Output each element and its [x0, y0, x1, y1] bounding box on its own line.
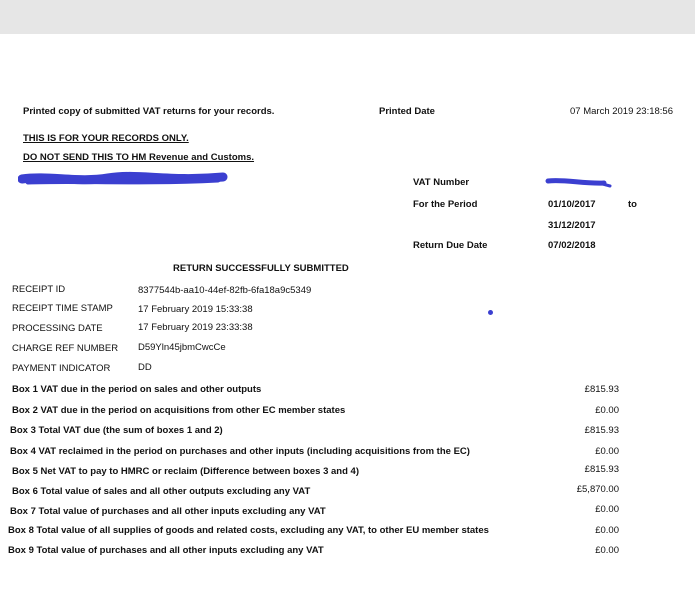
- printed-date-label: Printed Date: [379, 106, 435, 117]
- due-date-value: 07/02/2018: [548, 240, 596, 251]
- do-not-send-notice: DO NOT SEND THIS TO HM Revenue and Custo…: [23, 152, 255, 163]
- receipt-id-label: RECEIPT ID: [12, 284, 66, 295]
- box-6-value: £5,870.00: [576, 484, 619, 495]
- charge-ref-value: D59Yln45jbmCwcCe: [138, 342, 226, 353]
- top-bar: [0, 0, 695, 34]
- receipt-timestamp-label: RECEIPT TIME STAMP: [12, 303, 113, 314]
- box-1-value: £815.93: [584, 384, 619, 395]
- box-3-label: Box 3 Total VAT due (the sum of boxes 1 …: [10, 425, 223, 436]
- box-7-label: Box 7 Total value of purchases and all o…: [10, 506, 326, 517]
- period-label: For the Period: [413, 199, 478, 210]
- printed-copy-text: Printed copy of submitted VAT returns fo…: [23, 106, 275, 117]
- receipt-timestamp-value: 17 February 2019 15:33:38: [138, 304, 253, 315]
- payment-indicator-label: PAYMENT INDICATOR: [12, 363, 111, 374]
- box-8-value: £0.00: [595, 525, 619, 536]
- period-start: 01/10/2017: [548, 199, 596, 210]
- box-4-value: £0.00: [595, 446, 619, 457]
- period-end: 31/12/2017: [548, 220, 596, 231]
- box-4-label: Box 4 VAT reclaimed in the period on pur…: [10, 446, 470, 457]
- processing-date-label: PROCESSING DATE: [12, 323, 103, 334]
- charge-ref-label: CHARGE REF NUMBER: [12, 343, 119, 354]
- box-9-value: £0.00: [595, 545, 619, 556]
- box-8-label: Box 8 Total value of all supplies of goo…: [8, 525, 489, 536]
- redacted-name-scribble: [18, 171, 228, 185]
- box-5-value: £815.93: [584, 464, 619, 475]
- box-3-value: £815.93: [584, 425, 619, 436]
- printed-date-value: 07 March 2019 23:18:56: [570, 106, 673, 117]
- processing-date-value: 17 February 2019 23:33:38: [138, 322, 253, 333]
- payment-indicator-value: DD: [138, 362, 152, 373]
- box-6-label: Box 6 Total value of sales and all other…: [12, 486, 311, 497]
- box-1-label: Box 1 VAT due in the period on sales and…: [12, 384, 262, 395]
- records-only-notice: THIS IS FOR YOUR RECORDS ONLY.: [23, 133, 189, 144]
- box-2-label: Box 2 VAT due in the period on acquisiti…: [12, 405, 346, 416]
- blue-dot-mark: [488, 310, 493, 315]
- box-2-value: £0.00: [595, 405, 619, 416]
- box-7-value: £0.00: [595, 504, 619, 515]
- box-9-label: Box 9 Total value of purchases and all o…: [8, 545, 324, 556]
- redacted-vat-number-scribble: [545, 178, 612, 188]
- vat-number-label: VAT Number: [413, 177, 470, 188]
- box-5-label: Box 5 Net VAT to pay to HMRC or reclaim …: [12, 466, 360, 477]
- period-to: to: [628, 199, 637, 210]
- due-date-label: Return Due Date: [413, 240, 488, 251]
- receipt-id-value: 8377544b-aa10-44ef-82fb-6fa18a9c5349: [138, 285, 312, 296]
- submission-title: RETURN SUCCESSFULLY SUBMITTED: [173, 263, 349, 274]
